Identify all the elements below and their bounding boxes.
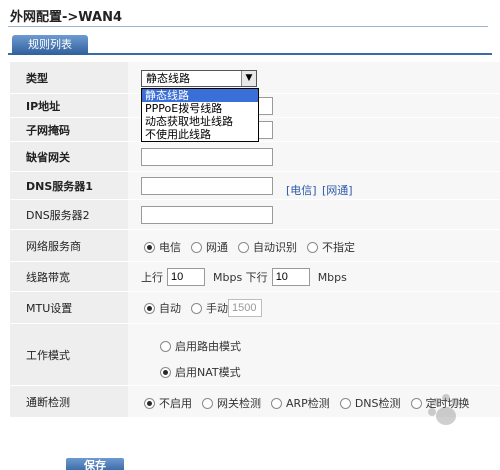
mtu-group: 自动 手动 xyxy=(144,299,262,317)
isp-radio-unspecified[interactable]: 不指定 xyxy=(307,239,355,255)
link-check-disabled-radio[interactable]: 不启用 xyxy=(144,395,192,411)
subnet-label: 子网掩码 xyxy=(10,118,128,141)
nat-mode-radio[interactable]: 启用NAT模式 xyxy=(160,364,241,380)
work-mode-label: 工作模式 xyxy=(10,324,128,385)
dns1-input[interactable] xyxy=(141,177,273,195)
dns-netcom-link[interactable]: [网通] xyxy=(322,182,353,198)
type-option-dhcp[interactable]: 动态获取地址线路 xyxy=(142,115,258,128)
type-dropdown-list: 静态线路 PPPoE拨号线路 动态获取地址线路 不使用此线路 xyxy=(141,88,259,142)
work-mode-nat-line: 启用NAT模式 xyxy=(160,364,251,380)
isp-radio-netcom[interactable]: 网通 xyxy=(191,239,228,255)
nat-mode-label: 启用NAT模式 xyxy=(175,366,241,379)
link-check-gateway-radio[interactable]: 网关检测 xyxy=(202,395,261,411)
dns-telecom-link[interactable]: [电信] xyxy=(286,182,317,198)
link-check-option-label: 不启用 xyxy=(159,397,192,410)
watermark-logo-icon xyxy=(428,394,460,425)
radio-icon[interactable] xyxy=(339,397,351,409)
isp-option-label: 不指定 xyxy=(322,241,355,254)
work-mode-row: 工作模式 启用路由模式 启用NAT模式 xyxy=(10,324,500,386)
radio-icon[interactable] xyxy=(191,241,202,253)
type-option-pppoe[interactable]: PPPoE拨号线路 xyxy=(142,102,258,115)
link-check-option-label: ARP检测 xyxy=(286,397,330,410)
mtu-radio-manual[interactable]: 手动 xyxy=(191,300,228,316)
bandwidth-row: 线路带宽 上行 Mbps 下行 Mbps xyxy=(10,262,500,292)
bandwidth-group: 上行 Mbps 下行 Mbps xyxy=(141,268,347,286)
dns2-value-cell xyxy=(128,200,500,229)
radio-selected-icon[interactable] xyxy=(144,241,155,253)
upload-label: 上行 xyxy=(141,271,163,284)
isp-row: 网络服务商 电信 网通 自动识别 不指定 xyxy=(10,230,500,262)
gateway-input[interactable] xyxy=(141,148,273,166)
tab-rules-list[interactable]: 规则列表 xyxy=(12,35,88,55)
radio-icon[interactable] xyxy=(307,241,318,253)
title-divider xyxy=(8,26,488,27)
mtu-row: MTU设置 自动 手动 xyxy=(10,292,500,324)
type-select-value: 静态线路 xyxy=(146,72,190,85)
save-button[interactable]: 保存 xyxy=(66,458,124,470)
dns2-row: DNS服务器2 xyxy=(10,200,500,230)
isp-label: 网络服务商 xyxy=(10,230,128,261)
mtu-input[interactable] xyxy=(228,299,262,317)
bandwidth-label: 线路带宽 xyxy=(10,262,128,291)
chevron-down-icon[interactable]: ▼ xyxy=(241,71,256,86)
bandwidth-value-cell: 上行 Mbps 下行 Mbps xyxy=(128,262,500,291)
type-label: 类型 xyxy=(10,62,128,93)
dns1-row: DNS服务器1 [电信] [网通] xyxy=(10,172,500,200)
type-option-static[interactable]: 静态线路 xyxy=(142,89,258,102)
radio-icon[interactable] xyxy=(238,241,249,253)
radio-icon[interactable] xyxy=(160,340,171,352)
link-check-option-label: 网关检测 xyxy=(217,397,261,410)
isp-option-label: 自动识别 xyxy=(253,241,297,254)
dns1-label: DNS服务器1 xyxy=(10,172,128,199)
upload-input[interactable] xyxy=(167,268,205,286)
isp-radio-telecom[interactable]: 电信 xyxy=(144,239,181,255)
isp-radio-group: 电信 网通 自动识别 不指定 xyxy=(144,239,365,255)
dns1-value-cell: [电信] [网通] xyxy=(128,172,500,199)
mtu-manual-label: 手动 xyxy=(206,302,228,315)
radio-icon[interactable] xyxy=(202,397,213,409)
mtu-label: MTU设置 xyxy=(10,292,128,323)
radio-selected-icon[interactable] xyxy=(160,366,171,378)
work-mode-route-line: 启用路由模式 xyxy=(160,338,251,354)
ip-label: IP地址 xyxy=(10,94,128,117)
isp-option-label: 电信 xyxy=(159,241,181,254)
mtu-value-cell: 自动 手动 xyxy=(128,292,500,323)
route-mode-label: 启用路由模式 xyxy=(175,340,241,353)
page-title: 外网配置->WAN4 xyxy=(10,10,123,25)
link-check-label: 通断检测 xyxy=(10,386,128,417)
mtu-auto-label: 自动 xyxy=(159,302,181,315)
gateway-label: 缺省网关 xyxy=(10,142,128,171)
radio-icon[interactable] xyxy=(191,302,202,314)
work-mode-value-cell: 启用路由模式 启用NAT模式 xyxy=(128,324,500,385)
mtu-radio-auto[interactable]: 自动 xyxy=(144,300,181,316)
download-label: Mbps 下行 xyxy=(213,271,268,284)
dns2-label: DNS服务器2 xyxy=(10,200,128,229)
link-check-arp-radio[interactable]: ARP检测 xyxy=(271,395,330,411)
isp-value-cell: 电信 网通 自动识别 不指定 xyxy=(128,230,500,261)
route-mode-radio[interactable]: 启用路由模式 xyxy=(160,338,241,354)
type-option-disabled[interactable]: 不使用此线路 xyxy=(142,128,258,141)
radio-icon[interactable] xyxy=(271,397,282,409)
isp-option-label: 网通 xyxy=(206,241,228,254)
gateway-value-cell xyxy=(128,142,500,171)
isp-radio-auto[interactable]: 自动识别 xyxy=(238,239,297,255)
radio-selected-icon[interactable] xyxy=(144,302,155,314)
download-unit: Mbps xyxy=(317,270,347,284)
gateway-row: 缺省网关 xyxy=(10,142,500,172)
type-select[interactable]: 静态线路 ▼ xyxy=(141,70,257,87)
dns2-input[interactable] xyxy=(141,206,273,224)
tab-bar: 规则列表 xyxy=(8,35,492,55)
radio-selected-icon[interactable] xyxy=(144,397,155,409)
download-input[interactable] xyxy=(271,268,310,286)
